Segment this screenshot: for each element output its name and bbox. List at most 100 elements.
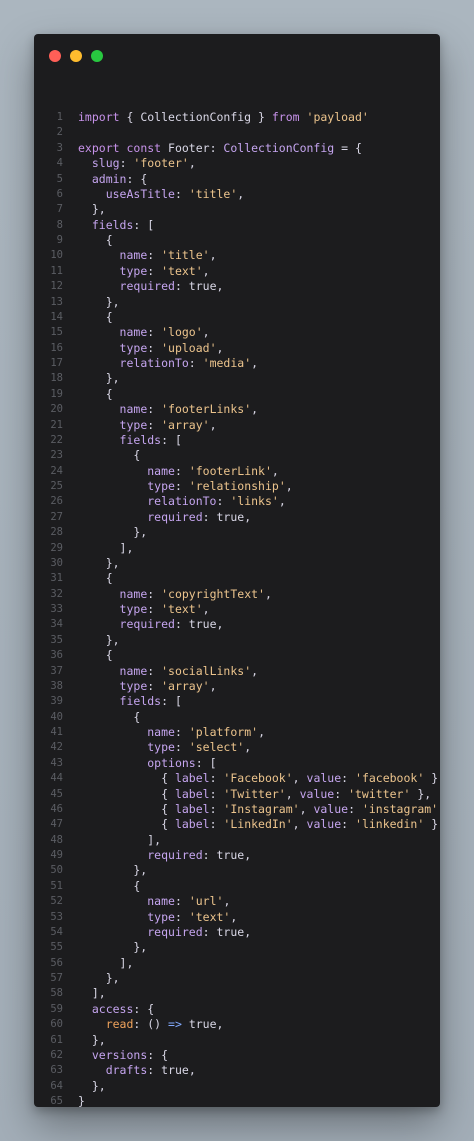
line-number: 57 bbox=[50, 972, 63, 984]
code-text: type: 'text', bbox=[119, 602, 210, 616]
maximize-button[interactable] bbox=[91, 50, 103, 62]
code-line: 46 { label: 'Instagram', value: 'instagr… bbox=[34, 802, 440, 817]
code-text: { bbox=[78, 233, 113, 247]
code-text: required: true, bbox=[119, 617, 224, 632]
line-number: 16 bbox=[50, 341, 63, 354]
code-line: 39 fields: [ bbox=[34, 694, 440, 709]
code-text: access: { bbox=[91, 1001, 155, 1016]
line-number: 30 bbox=[50, 556, 63, 569]
code-text: versions: { bbox=[91, 1047, 169, 1062]
code-line: 29 ], bbox=[34, 541, 440, 556]
line-number: 28 bbox=[50, 526, 63, 539]
code-line: 12 required: true, bbox=[34, 279, 440, 294]
line-number: 48 bbox=[50, 833, 63, 846]
line-number: 34 bbox=[50, 618, 63, 631]
code-text: type: 'array', bbox=[119, 417, 217, 432]
line-number: 50 bbox=[50, 864, 63, 877]
line-number: 59 bbox=[50, 1002, 63, 1015]
code-line: 15 name: 'logo', bbox=[34, 325, 440, 340]
code-text: type: 'text', bbox=[147, 909, 238, 924]
code-text: read: () => true, bbox=[105, 1017, 224, 1032]
line-number: 60 bbox=[50, 1018, 63, 1031]
code-line: 27 required: true, bbox=[34, 510, 440, 525]
code-text: type: 'text', bbox=[119, 263, 210, 278]
line-number: 35 bbox=[50, 633, 63, 646]
code-line: 14 { bbox=[34, 310, 440, 325]
code-line: 3 export const Footer: CollectionConfig =… bbox=[34, 141, 440, 156]
code-line: 30 }, bbox=[34, 556, 440, 571]
code-text: { bbox=[78, 709, 141, 724]
code-line: 59 access: { bbox=[34, 1002, 440, 1017]
line-number: 40 bbox=[50, 710, 63, 723]
code-text: { label: 'LinkedIn', value: 'linkedin' }… bbox=[78, 817, 440, 832]
code-line: 1 import { CollectionConfig } from 'paylo… bbox=[34, 110, 440, 125]
line-number: 17 bbox=[50, 357, 63, 369]
code-text: name: 'logo', bbox=[119, 325, 210, 340]
code-line: 8 fields: [ bbox=[34, 218, 440, 233]
code-line: 35 }, bbox=[34, 633, 440, 648]
code-line: 6 useAsTitle: 'title', bbox=[34, 187, 440, 202]
line-number: 18 bbox=[50, 372, 63, 385]
code-line: 24 name: 'footerLink', bbox=[34, 464, 440, 479]
line-number: 11 bbox=[50, 264, 63, 277]
close-button[interactable] bbox=[49, 50, 61, 62]
code-text: type: 'select', bbox=[147, 740, 252, 755]
code-line: 52 name: 'url', bbox=[34, 894, 440, 909]
code-text: } bbox=[78, 1094, 85, 1107]
code-text: export const Footer: CollectionConfig = … bbox=[78, 140, 362, 155]
code-line: 49 required: true, bbox=[34, 848, 440, 863]
code-text: ], bbox=[78, 540, 134, 555]
code-text: { bbox=[78, 648, 113, 663]
code-text: drafts: true, bbox=[105, 1063, 196, 1078]
code-text: { label: 'Twitter', value: 'twitter' }, bbox=[78, 786, 432, 801]
code-text: }, bbox=[78, 371, 120, 386]
code-line: 41 name: 'platform', bbox=[34, 725, 440, 740]
code-text: { bbox=[78, 878, 141, 893]
line-number: 41 bbox=[50, 726, 63, 738]
line-number: 63 bbox=[50, 1064, 63, 1077]
line-number: 62 bbox=[50, 1048, 63, 1061]
code-text: fields: [ bbox=[91, 217, 155, 232]
code-line: 13 }, bbox=[34, 295, 440, 310]
line-number: 29 bbox=[50, 541, 63, 554]
line-number: 61 bbox=[50, 1033, 63, 1046]
code-text: }, bbox=[78, 1032, 106, 1047]
line-number: 10 bbox=[50, 249, 63, 262]
code-text: relationTo: 'links', bbox=[147, 494, 286, 509]
code-text: }, bbox=[78, 940, 148, 955]
code-line: 23 { bbox=[34, 448, 440, 463]
code-line: 57 }, bbox=[34, 971, 440, 986]
line-number: 9 bbox=[56, 234, 63, 246]
code-text: fields: [ bbox=[119, 432, 182, 447]
line-number: 53 bbox=[50, 910, 63, 923]
code-line: 55 }, bbox=[34, 940, 440, 955]
line-number: 36 bbox=[50, 649, 63, 662]
code-text: name: 'platform', bbox=[147, 725, 265, 739]
line-number: 55 bbox=[50, 941, 63, 954]
code-text: }, bbox=[78, 294, 120, 309]
line-number: 19 bbox=[50, 387, 63, 400]
line-number: 42 bbox=[50, 741, 63, 754]
line-number: 47 bbox=[50, 818, 63, 831]
code-line: 58 ], bbox=[34, 986, 440, 1001]
code-text: name: 'footerLink', bbox=[147, 463, 279, 478]
line-number: 4 bbox=[56, 157, 63, 170]
code-line: 45 { label: 'Twitter', value: 'twitter' … bbox=[34, 787, 440, 802]
minimize-button[interactable] bbox=[70, 50, 82, 62]
code-line: 42 type: 'select', bbox=[34, 740, 440, 755]
code-text: name: 'title', bbox=[119, 248, 217, 263]
line-number: 8 bbox=[56, 218, 63, 231]
code-block: 1 import { CollectionConfig } from 'paylo… bbox=[34, 110, 440, 1107]
line-number: 12 bbox=[50, 280, 63, 293]
code-line: 18 }, bbox=[34, 371, 440, 386]
code-line: 43 options: [ bbox=[34, 756, 440, 771]
code-text: { label: 'Instagram', value: 'instagram'… bbox=[78, 801, 439, 816]
line-number: 64 bbox=[50, 1079, 63, 1092]
line-number: 38 bbox=[50, 679, 63, 692]
line-number: 54 bbox=[50, 925, 63, 938]
code-line: 34 required: true, bbox=[34, 617, 440, 632]
code-text: { bbox=[78, 571, 113, 586]
code-line: 32 name: 'copyrightText', bbox=[34, 587, 440, 602]
code-line: 20 name: 'footerLinks', bbox=[34, 402, 440, 417]
code-line: 64 }, bbox=[34, 1079, 440, 1094]
